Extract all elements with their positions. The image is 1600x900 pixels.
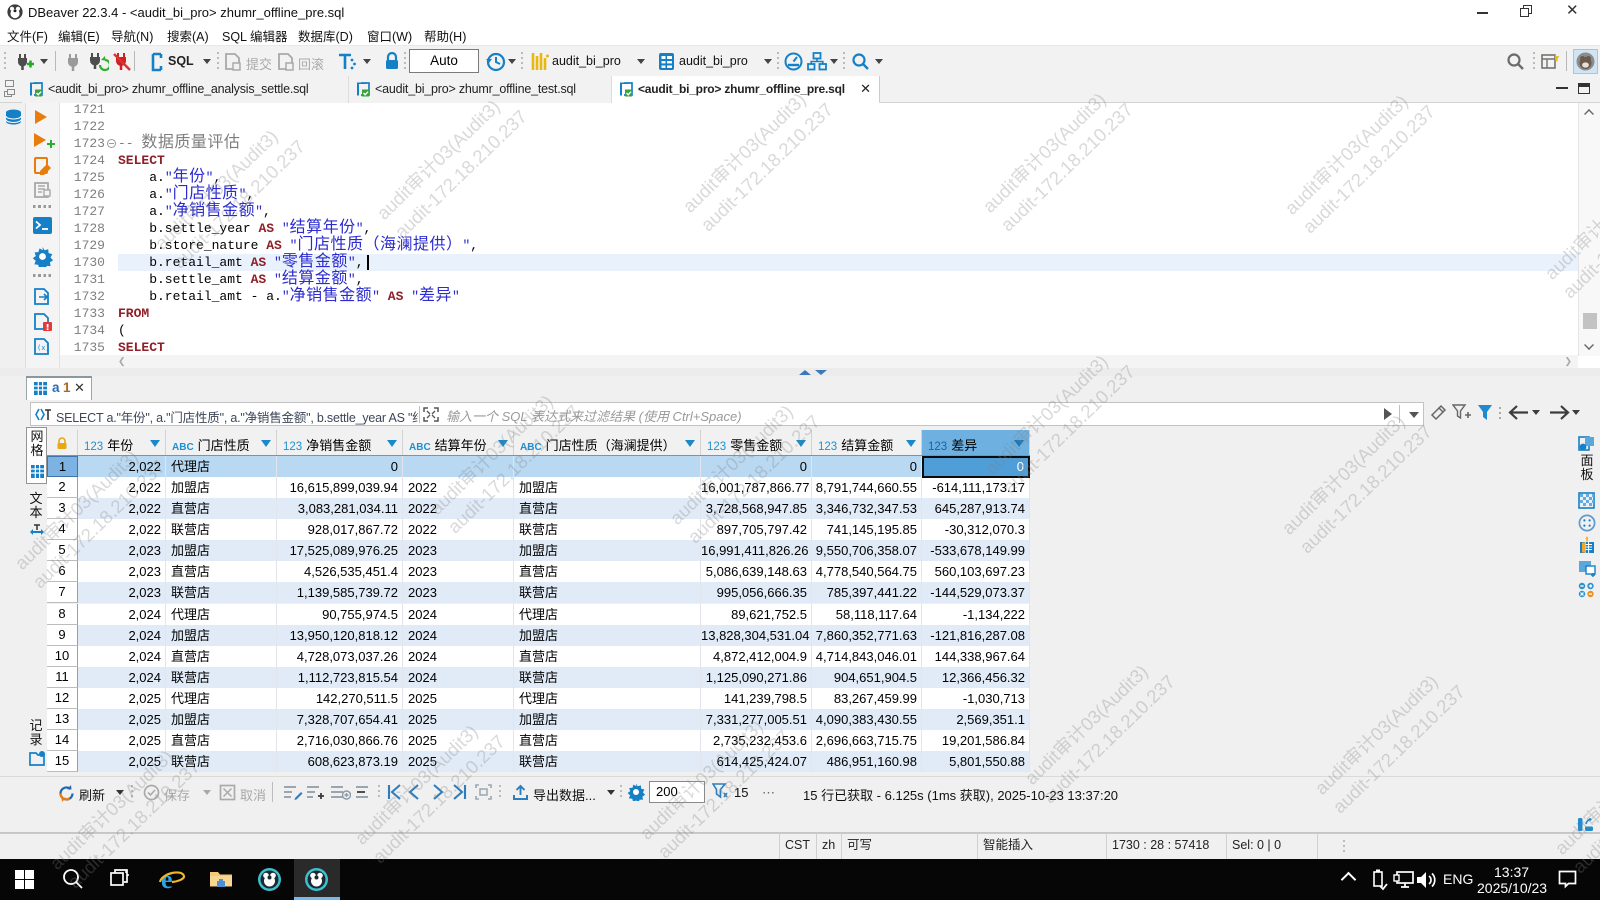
svg-text:(x): (x) — [37, 344, 50, 352]
svg-text:e: e — [161, 865, 173, 893]
